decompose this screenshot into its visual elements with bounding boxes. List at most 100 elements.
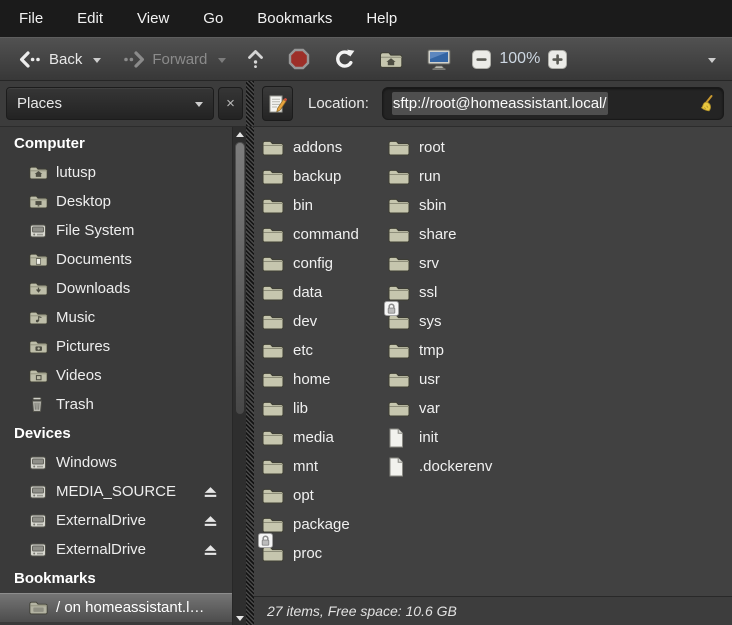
sidebar-item-lutusp[interactable]: lutusp bbox=[0, 158, 232, 187]
file-item-share[interactable]: share bbox=[388, 220, 492, 249]
file-item-srv[interactable]: srv bbox=[388, 249, 492, 278]
file-item-data[interactable]: data bbox=[262, 278, 359, 307]
sidebar-item-desktop[interactable]: Desktop bbox=[0, 187, 232, 216]
location-input[interactable]: sftp://root@homeassistant.local/ bbox=[382, 87, 724, 120]
sidebar-item-videos[interactable]: Videos bbox=[0, 361, 232, 390]
file-item-bin[interactable]: bin bbox=[262, 191, 359, 220]
chevron-down-icon bbox=[195, 102, 203, 107]
zoom-out-button[interactable] bbox=[468, 42, 495, 76]
eject-icon[interactable] bbox=[204, 544, 217, 556]
back-history-dropdown[interactable] bbox=[89, 42, 105, 76]
menu-view[interactable]: View bbox=[120, 0, 186, 37]
file-list[interactable]: addonsbackupbincommandconfigdatadevetcho… bbox=[254, 127, 732, 596]
file-item-label: init bbox=[419, 429, 438, 446]
file-item-label: root bbox=[419, 139, 445, 156]
sidebar-item-file-system[interactable]: File System bbox=[0, 216, 232, 245]
edit-location-icon bbox=[268, 94, 287, 114]
sidebar-item-media-source[interactable]: MEDIA_SOURCE bbox=[0, 477, 232, 506]
file-item-sbin[interactable]: sbin bbox=[388, 191, 492, 220]
file-item-label: sbin bbox=[419, 197, 447, 214]
zoom-in-button[interactable] bbox=[544, 42, 571, 76]
edit-location-button[interactable] bbox=[262, 86, 293, 121]
folder-icon bbox=[262, 139, 284, 156]
sidebar-item-trash[interactable]: Trash bbox=[0, 390, 232, 419]
scrollbar-thumb[interactable] bbox=[235, 142, 245, 415]
sidebar-item-externaldrive[interactable]: ExternalDrive bbox=[0, 506, 232, 535]
home-button[interactable] bbox=[372, 42, 410, 76]
file-manager-window: File Edit View Go Bookmarks Help Back Fo… bbox=[0, 0, 732, 625]
sidebar-item-windows[interactable]: Windows bbox=[0, 448, 232, 477]
file-item-tmp[interactable]: tmp bbox=[388, 336, 492, 365]
scroll-down-arrow[interactable] bbox=[233, 611, 246, 625]
back-button[interactable]: Back bbox=[12, 42, 89, 76]
file-item-init[interactable]: init bbox=[388, 423, 492, 452]
stop-button[interactable] bbox=[281, 42, 317, 76]
side-pane-mode-dropdown[interactable]: Places bbox=[6, 87, 214, 120]
sidebar-item-documents[interactable]: Documents bbox=[0, 245, 232, 274]
file-item-root[interactable]: root bbox=[388, 133, 492, 162]
file-item-ssl[interactable]: ssl bbox=[388, 278, 492, 307]
file-item-lib[interactable]: lib bbox=[262, 394, 359, 423]
go-up-button[interactable] bbox=[240, 42, 271, 76]
folder-icon bbox=[262, 371, 284, 388]
sidebar-item-pictures[interactable]: Pictures bbox=[0, 332, 232, 361]
file-item-proc[interactable]: proc bbox=[262, 539, 359, 568]
file-item-home[interactable]: home bbox=[262, 365, 359, 394]
menu-go[interactable]: Go bbox=[186, 0, 240, 37]
menu-file[interactable]: File bbox=[2, 0, 60, 37]
stop-sign-icon bbox=[288, 48, 310, 70]
folder-icon bbox=[262, 342, 284, 359]
sidebar-item-label: Documents bbox=[56, 251, 132, 268]
folder-icon bbox=[388, 371, 410, 388]
toolbar-overflow-button[interactable] bbox=[704, 42, 720, 76]
side-pane-header: Places × bbox=[0, 81, 246, 126]
clear-location-icon[interactable] bbox=[696, 94, 714, 113]
file-item-command[interactable]: command bbox=[262, 220, 359, 249]
sidebar-item-on-homeassistant-l[interactable]: / on homeassistant.l… bbox=[0, 593, 232, 622]
file-item-label: var bbox=[419, 400, 440, 417]
menu-edit[interactable]: Edit bbox=[60, 0, 120, 37]
file-item-media[interactable]: media bbox=[262, 423, 359, 452]
menu-bookmarks[interactable]: Bookmarks bbox=[240, 0, 349, 37]
file-item-addons[interactable]: addons bbox=[262, 133, 359, 162]
desktop-folder-icon bbox=[29, 193, 48, 210]
scroll-up-arrow[interactable] bbox=[233, 127, 246, 141]
desktop-button[interactable] bbox=[420, 42, 458, 76]
drive-icon bbox=[29, 223, 48, 239]
home-folder-icon bbox=[379, 50, 403, 69]
sidebar-scrollbar[interactable] bbox=[232, 127, 246, 625]
sidebar-item-music[interactable]: Music bbox=[0, 303, 232, 332]
file-item-label: proc bbox=[293, 545, 322, 562]
eject-icon[interactable] bbox=[204, 515, 217, 527]
drive-icon bbox=[29, 513, 48, 529]
file-item-config[interactable]: config bbox=[262, 249, 359, 278]
folder-icon bbox=[388, 139, 410, 156]
menu-help[interactable]: Help bbox=[349, 0, 414, 37]
file-item-mnt[interactable]: mnt bbox=[262, 452, 359, 481]
drive-icon bbox=[29, 455, 48, 471]
file-icon bbox=[388, 457, 410, 477]
file-item-sys[interactable]: sys bbox=[388, 307, 492, 336]
sidebar-item-downloads[interactable]: Downloads bbox=[0, 274, 232, 303]
sidebar-item-label: / on homeassistant.l… bbox=[56, 599, 204, 616]
file-item-run[interactable]: run bbox=[388, 162, 492, 191]
sidebar-item-externaldrive[interactable]: ExternalDrive bbox=[0, 535, 232, 564]
file-item-dev[interactable]: dev bbox=[262, 307, 359, 336]
refresh-icon bbox=[334, 49, 355, 70]
file-item-dockerenv[interactable]: .dockerenv bbox=[388, 452, 492, 481]
file-item-usr[interactable]: usr bbox=[388, 365, 492, 394]
file-item-label: package bbox=[293, 516, 350, 533]
sidebar-item-label: Desktop bbox=[56, 193, 111, 210]
file-item-var[interactable]: var bbox=[388, 394, 492, 423]
file-item-etc[interactable]: etc bbox=[262, 336, 359, 365]
file-item-backup[interactable]: backup bbox=[262, 162, 359, 191]
refresh-button[interactable] bbox=[327, 42, 362, 76]
folder-icon bbox=[388, 284, 410, 301]
file-item-package[interactable]: package bbox=[262, 510, 359, 539]
file-item-opt[interactable]: opt bbox=[262, 481, 359, 510]
file-item-label: sys bbox=[419, 313, 442, 330]
side-pane-close-button[interactable]: × bbox=[218, 87, 243, 120]
eject-icon[interactable] bbox=[204, 486, 217, 498]
sidebar: ComputerlutuspDesktopFile SystemDocument… bbox=[0, 127, 232, 625]
trash-icon bbox=[29, 396, 48, 413]
